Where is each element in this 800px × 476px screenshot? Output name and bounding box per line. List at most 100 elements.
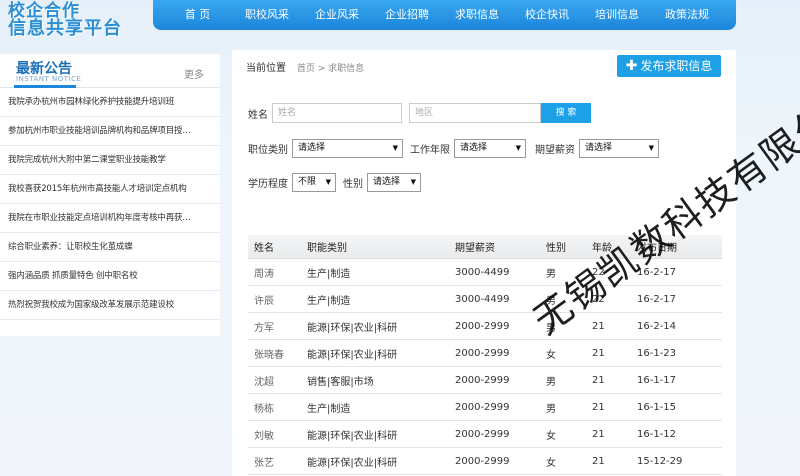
header-salary: 期望薪资 xyxy=(455,243,495,254)
nav-school-style[interactable]: 职校风采 xyxy=(232,0,302,30)
education-select[interactable]: 不限 ▼ xyxy=(292,172,336,192)
cell-category: 销售|客服|市场 xyxy=(307,376,374,388)
table-row[interactable]: 许辰 生产|制造 3000-4499 男 22 16-2-17 xyxy=(248,286,722,313)
job-type-select[interactable]: 请选择 ▼ xyxy=(292,138,403,158)
cell-date: 16-1-17 xyxy=(637,374,677,386)
plus-icon: ✚ xyxy=(625,58,638,74)
notice-item[interactable]: 我院在市职业技能定点培训机构年度考核中再获… xyxy=(0,204,220,233)
cell-salary: 2000-2999 xyxy=(455,347,510,359)
nav-news[interactable]: 校企快讯 xyxy=(512,0,582,30)
cell-date: 16-2-17 xyxy=(637,266,677,278)
header-date: 发布日期 xyxy=(637,243,677,254)
cell-name[interactable]: 杨栋 xyxy=(248,400,307,415)
cell-gender: 女 xyxy=(546,457,556,469)
job-type-label: 职位类别 xyxy=(248,144,288,156)
cell-name[interactable]: 方军 xyxy=(248,319,307,334)
job-seeker-table: 姓名 职能类别 期望薪资 性别 年龄 发布日期 周涛生产|制造 3000-4499… xyxy=(248,235,722,475)
filter-row-2: 学历程度 不限 ▼ 性别 请选择 ▼ xyxy=(248,172,421,192)
chevron-down-icon: ▼ xyxy=(515,143,521,152)
cell-age: 21 xyxy=(592,455,605,467)
notice-item[interactable]: 我院承办杭州市园林绿化养护技能提升培训班 xyxy=(0,88,220,117)
cell-salary: 2000-2999 xyxy=(455,320,510,332)
salary-label: 期望薪资 xyxy=(535,144,575,156)
cell-category: 能源|环保|农业|科研 xyxy=(307,349,398,361)
breadcrumb: 当前位置 首页 > 求职信息 xyxy=(246,59,364,74)
notice-list: 我院承办杭州市园林绿化养护技能提升培训班 参加杭州市职业技能培训品牌机构和品牌项… xyxy=(0,88,220,320)
table-row[interactable]: 方军 能源|环保|农业|科研 2000-2999 男 21 16-2-14 xyxy=(248,313,722,340)
breadcrumb-path[interactable]: 首页 > 求职信息 xyxy=(297,64,364,74)
notice-item[interactable]: 我院完成杭州大附中第二课堂职业技能教学 xyxy=(0,146,220,175)
notice-header: 最新公告 INSTANT NOTICE 更多 xyxy=(0,54,220,88)
cell-name[interactable]: 沈超 xyxy=(248,373,307,388)
header-category: 职能类别 xyxy=(307,243,347,254)
table-row[interactable]: 张艺 能源|环保|农业|科研 2000-2999 女 21 15-12-29 xyxy=(248,448,722,475)
cell-name[interactable]: 许辰 xyxy=(248,292,307,307)
cell-category: 生产|制造 xyxy=(307,403,351,415)
search-button[interactable]: 搜 索 xyxy=(541,103,591,123)
cell-category: 能源|环保|农业|科研 xyxy=(307,322,398,334)
notice-item[interactable]: 我校喜获2015年杭州市高技能人才培训定点机构 xyxy=(0,175,220,204)
cell-date: 16-2-17 xyxy=(637,293,677,305)
cell-salary: 2000-2999 xyxy=(455,455,510,467)
header-name: 姓名 xyxy=(254,243,274,254)
cell-gender: 男 xyxy=(546,295,556,307)
cell-salary: 3000-4499 xyxy=(455,266,510,278)
table-row[interactable]: 杨栋 生产|制造 2000-2999 男 21 16-1-15 xyxy=(248,394,722,421)
notice-item[interactable]: 参加杭州市职业技能培训品牌机构和品牌项目授… xyxy=(0,117,220,146)
cell-age: 22 xyxy=(592,266,605,278)
cell-age: 22 xyxy=(592,293,605,305)
cell-age: 21 xyxy=(592,374,605,386)
gender-value: 请选择 xyxy=(373,176,401,187)
cell-salary: 2000-2999 xyxy=(455,401,510,413)
notice-item[interactable]: 强内涵品质 抓质量特色 创中职名校 xyxy=(0,262,220,291)
cell-salary: 3000-4499 xyxy=(455,293,510,305)
filter-row-1: 职位类别 请选择 ▼ 工作年限 请选择 ▼ 期望薪资 请选择 ▼ xyxy=(248,138,659,158)
work-years-label: 工作年限 xyxy=(410,144,450,156)
table-row[interactable]: 周涛 生产|制造 3000-4499 男 22 16-2-17 xyxy=(248,259,722,286)
education-value: 不限 xyxy=(298,176,317,187)
notice-sidebar: 最新公告 INSTANT NOTICE 更多 我院承办杭州市园林绿化养护技能提升… xyxy=(0,54,220,336)
notice-more-link[interactable]: 更多 xyxy=(184,66,204,81)
table-row[interactable]: 刘敏 能源|环保|农业|科研 2000-2999 女 21 16-1-12 xyxy=(248,421,722,448)
header-gender: 性别 xyxy=(546,243,566,254)
notice-underline xyxy=(14,85,76,88)
salary-select[interactable]: 请选择 ▼ xyxy=(579,138,659,158)
notice-item[interactable]: 综合职业素养：让职校生化茧成蝶 xyxy=(0,233,220,262)
cell-age: 21 xyxy=(592,347,605,359)
nav-job-seeking[interactable]: 求职信息 xyxy=(442,0,512,30)
work-years-value: 请选择 xyxy=(460,142,488,153)
cell-name[interactable]: 张艺 xyxy=(248,454,307,469)
cell-category: 能源|环保|农业|科研 xyxy=(307,457,398,469)
cell-age: 21 xyxy=(592,428,605,440)
cell-name[interactable]: 刘敏 xyxy=(248,427,307,442)
site-logo[interactable]: 校企合作 信息共享平台 xyxy=(8,2,148,42)
cell-date: 16-2-14 xyxy=(637,320,677,332)
table-row[interactable]: 张晓春 能源|环保|农业|科研 2000-2999 女 21 16-1-23 xyxy=(248,340,722,367)
logo-line-2: 信息共享平台 xyxy=(8,18,122,39)
cell-gender: 女 xyxy=(546,349,556,361)
gender-select[interactable]: 请选择 ▼ xyxy=(367,172,421,192)
gender-label: 性别 xyxy=(343,178,363,190)
nav-company-style[interactable]: 企业风采 xyxy=(302,0,372,30)
nav-policy[interactable]: 政策法规 xyxy=(652,0,722,30)
nav-training[interactable]: 培训信息 xyxy=(582,0,652,30)
publish-job-button[interactable]: ✚ 发布求职信息 xyxy=(617,55,721,77)
cell-name[interactable]: 周涛 xyxy=(248,265,307,280)
notice-item[interactable]: 热烈祝贺我校成为国家级改革发展示范建设校 xyxy=(0,291,220,320)
header-age: 年龄 xyxy=(592,243,612,254)
cell-gender: 男 xyxy=(546,268,556,280)
cell-date: 16-1-15 xyxy=(637,401,677,413)
main-nav: 首 页 职校风采 企业风采 企业招聘 求职信息 校企快讯 培训信息 政策法规 xyxy=(153,0,736,30)
work-years-select[interactable]: 请选择 ▼ xyxy=(454,138,526,158)
nav-company-recruit[interactable]: 企业招聘 xyxy=(372,0,442,30)
table-row[interactable]: 沈超 销售|客服|市场 2000-2999 男 21 16-1-17 xyxy=(248,367,722,394)
name-input[interactable]: 姓名 xyxy=(272,103,402,123)
cell-gender: 男 xyxy=(546,403,556,415)
area-input[interactable]: 地区 xyxy=(409,103,541,123)
cell-date: 15-12-29 xyxy=(637,455,683,467)
nav-home[interactable]: 首 页 xyxy=(163,0,232,30)
cell-age: 21 xyxy=(592,401,605,413)
table-body: 周涛 生产|制造 3000-4499 男 22 16-2-17 许辰 生产|制造 3000-44… xyxy=(248,259,722,475)
cell-date: 16-1-23 xyxy=(637,347,677,359)
cell-name[interactable]: 张晓春 xyxy=(248,346,307,361)
